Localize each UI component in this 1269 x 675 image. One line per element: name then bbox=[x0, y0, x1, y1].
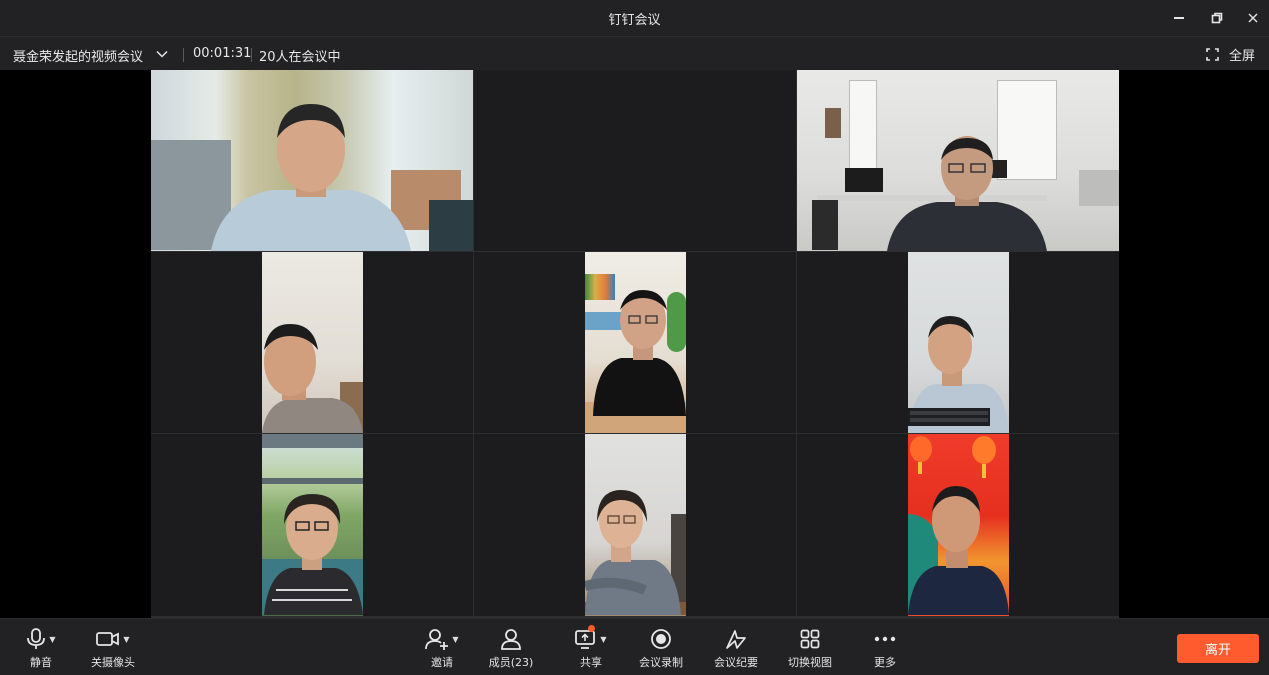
fullscreen-icon bbox=[1206, 48, 1219, 61]
participant-video bbox=[151, 70, 473, 251]
participant-video bbox=[585, 252, 686, 433]
share-label: 共享 bbox=[580, 656, 602, 669]
video-tile[interactable] bbox=[797, 252, 1119, 433]
video-tile[interactable] bbox=[151, 252, 473, 433]
participant-video bbox=[262, 252, 363, 433]
caret-down-icon[interactable]: ▼ bbox=[123, 635, 129, 644]
screen-share-icon bbox=[575, 630, 596, 649]
mute-button[interactable]: ▼ 静音 bbox=[6, 627, 76, 670]
video-tile[interactable] bbox=[151, 70, 473, 251]
more-icon bbox=[874, 636, 896, 642]
meeting-timer: 00:01:31 bbox=[193, 46, 252, 61]
record-label: 会议录制 bbox=[639, 656, 683, 669]
close-icon bbox=[1248, 13, 1258, 23]
camera-icon bbox=[96, 632, 120, 646]
meeting-toolbar: ▼ 静音 ▼ 关摄像头 ▼ 邀请 成员(23) ▼ 共享 会议录制 会议纪要 切… bbox=[0, 618, 1269, 675]
participant-video bbox=[797, 70, 1119, 251]
video-tile[interactable] bbox=[474, 252, 796, 433]
video-tile[interactable] bbox=[151, 434, 473, 616]
minimize-button[interactable] bbox=[1166, 6, 1192, 30]
video-stage bbox=[0, 70, 1269, 618]
more-button[interactable]: 更多 bbox=[850, 627, 920, 670]
switch-view-button[interactable]: 切换视图 bbox=[775, 627, 845, 670]
person-figure bbox=[264, 494, 363, 615]
minimize-icon bbox=[1174, 17, 1184, 19]
person-figure bbox=[908, 316, 1009, 433]
restore-button[interactable] bbox=[1204, 6, 1230, 30]
participant-video bbox=[908, 252, 1009, 433]
participants-status: 20人在会议中 bbox=[259, 50, 341, 65]
video-tile[interactable] bbox=[797, 434, 1119, 616]
share-button[interactable]: ▼ 共享 bbox=[556, 625, 626, 670]
fullscreen-label: 全屏 bbox=[1228, 49, 1255, 64]
restore-icon bbox=[1211, 12, 1223, 24]
video-tile[interactable] bbox=[474, 70, 796, 251]
members-icon bbox=[501, 629, 521, 650]
switch-view-label: 切换视图 bbox=[788, 656, 832, 669]
person-figure bbox=[585, 490, 681, 615]
grid-view-icon bbox=[800, 629, 820, 649]
person-figure bbox=[908, 486, 1009, 615]
meeting-infobar: 聂金荣发起的视频会议 00:01:31 20人在会议中 全屏 bbox=[0, 36, 1269, 70]
divider bbox=[251, 48, 252, 62]
minutes-button[interactable]: 会议纪要 bbox=[701, 627, 771, 670]
more-label: 更多 bbox=[874, 656, 896, 669]
invite-label: 邀请 bbox=[431, 656, 453, 669]
video-tile[interactable] bbox=[797, 70, 1119, 251]
person-figure bbox=[262, 324, 363, 433]
meeting-title[interactable]: 聂金荣发起的视频会议 bbox=[13, 46, 143, 65]
notification-dot bbox=[587, 625, 595, 632]
add-user-icon bbox=[425, 629, 449, 650]
members-button[interactable]: 成员(23) bbox=[476, 627, 546, 670]
divider bbox=[183, 48, 184, 62]
window-titlebar: 钉钉会议 bbox=[0, 0, 1269, 36]
person-figure bbox=[211, 104, 411, 251]
chevron-down-icon bbox=[156, 50, 168, 58]
camera-label: 关摄像头 bbox=[91, 656, 135, 669]
camera-off-button[interactable]: ▼ 关摄像头 bbox=[78, 627, 148, 670]
leave-button[interactable]: 离开 bbox=[1177, 634, 1259, 663]
record-icon bbox=[651, 629, 671, 649]
record-button[interactable]: 会议录制 bbox=[626, 627, 696, 670]
person-figure bbox=[593, 290, 686, 416]
invite-button[interactable]: ▼ 邀请 bbox=[407, 627, 477, 670]
caret-down-icon[interactable]: ▼ bbox=[452, 635, 458, 644]
mute-label: 静音 bbox=[30, 656, 52, 669]
caret-down-icon[interactable]: ▼ bbox=[49, 635, 55, 644]
close-button[interactable] bbox=[1240, 6, 1266, 30]
minutes-label: 会议纪要 bbox=[714, 656, 758, 669]
person-figure bbox=[887, 136, 1047, 251]
video-tile[interactable] bbox=[474, 434, 796, 616]
video-grid bbox=[151, 70, 1119, 618]
members-label: 成员(23) bbox=[488, 656, 534, 669]
fullscreen-button[interactable]: 全屏 bbox=[1206, 45, 1255, 64]
caret-down-icon[interactable]: ▼ bbox=[600, 635, 606, 644]
participant-video bbox=[908, 434, 1009, 616]
ai-minutes-icon bbox=[726, 630, 746, 649]
window-title: 钉钉会议 bbox=[608, 13, 661, 28]
microphone-icon bbox=[27, 628, 46, 649]
participant-video bbox=[262, 434, 363, 616]
participant-video bbox=[585, 434, 686, 616]
meeting-menu-button[interactable] bbox=[155, 46, 169, 65]
